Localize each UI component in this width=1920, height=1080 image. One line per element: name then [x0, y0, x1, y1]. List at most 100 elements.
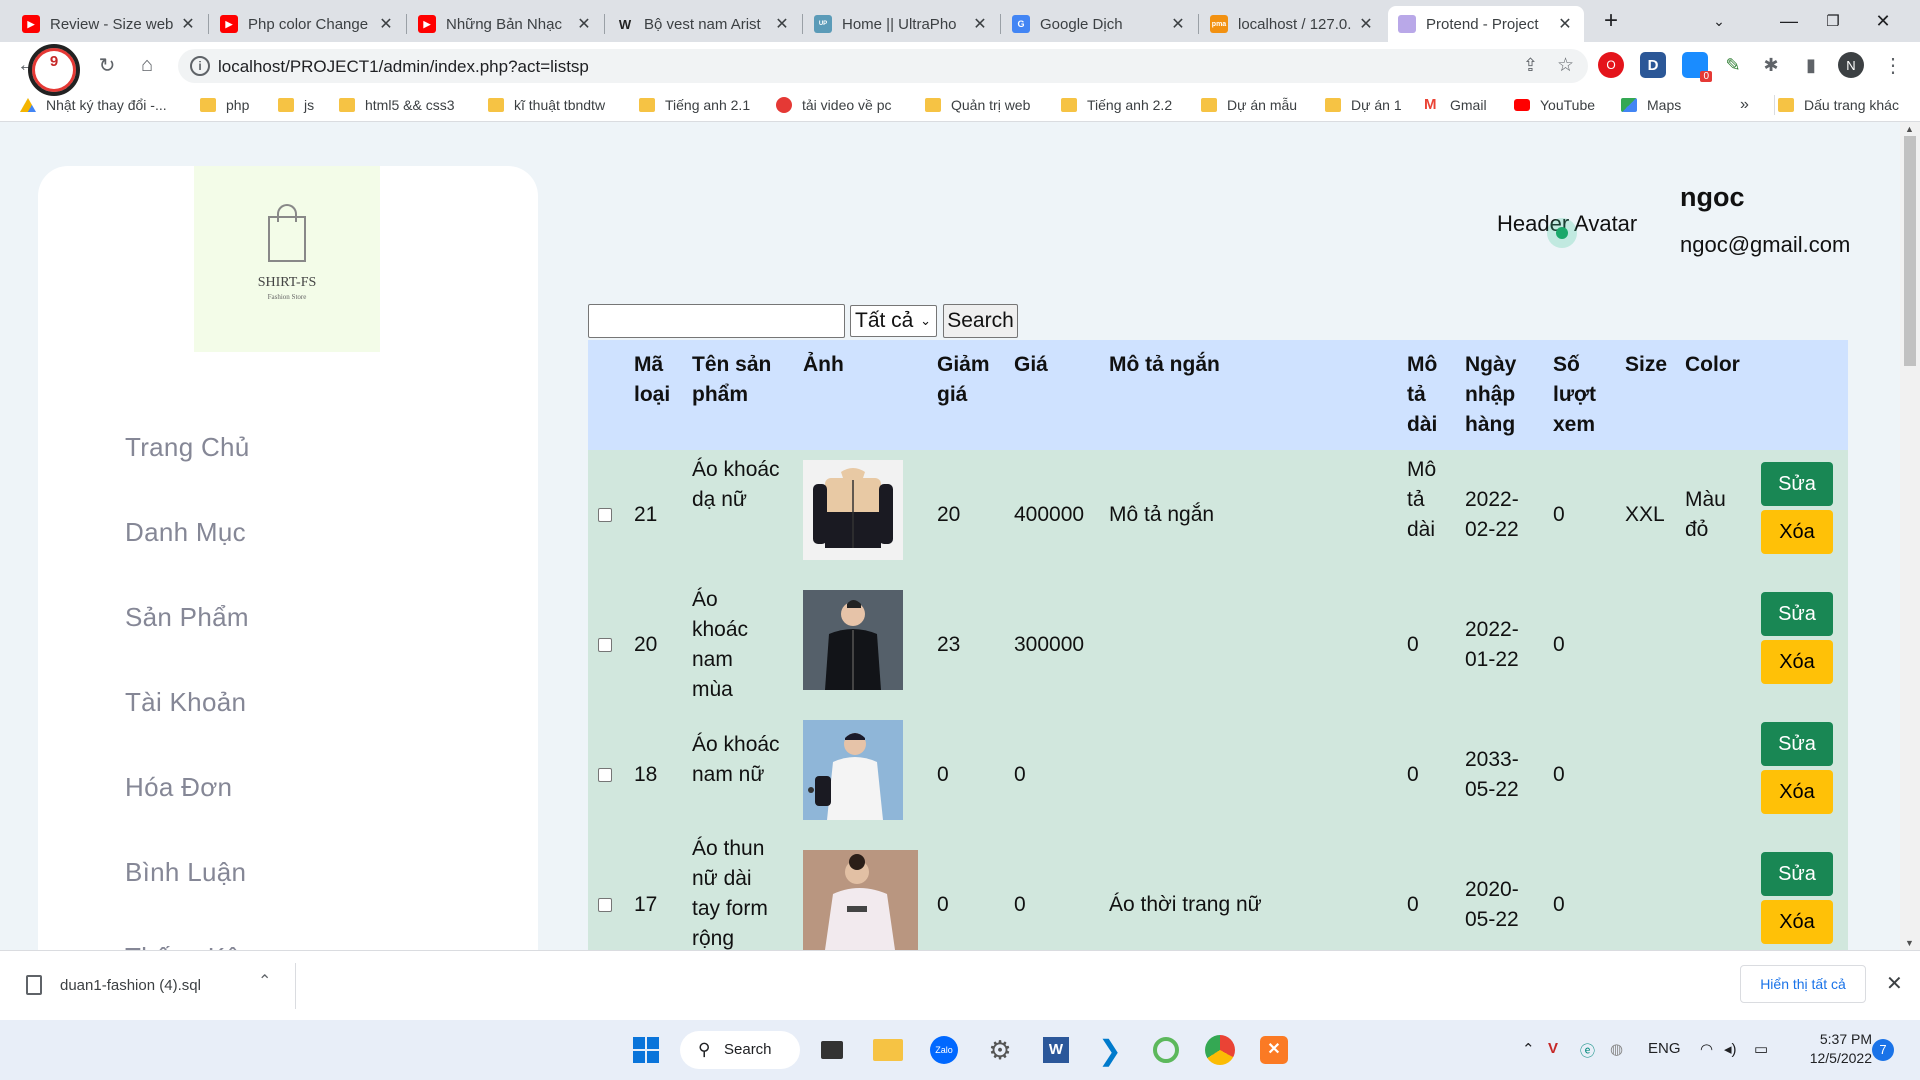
bookmark-item[interactable]: Dự án 1: [1325, 95, 1402, 115]
tray-e-icon[interactable]: ⓔ: [1580, 1040, 1595, 1061]
zalo-icon[interactable]: Zalo: [926, 1032, 962, 1068]
browser-tab[interactable]: W Bộ vest nam Arist ✕: [606, 6, 801, 42]
close-tab-icon[interactable]: ✕: [377, 14, 395, 34]
language-indicator[interactable]: ENG: [1648, 1040, 1681, 1057]
row-checkbox[interactable]: [598, 638, 612, 652]
browser-tab[interactable]: ▶ Review - Size web ✕: [12, 6, 207, 42]
close-tab-icon[interactable]: ✕: [575, 14, 593, 34]
bookmark-item[interactable]: Nhật ký thay đổi -...: [20, 95, 167, 115]
address-bar[interactable]: i localhost/PROJECT1/admin/index.php?act…: [178, 49, 1588, 83]
delete-button[interactable]: Xóa: [1761, 640, 1833, 684]
restore-button[interactable]: ❐: [1808, 0, 1858, 42]
side-panel-icon[interactable]: ▮: [1798, 52, 1824, 78]
close-window-button[interactable]: ✕: [1858, 0, 1908, 42]
row-checkbox[interactable]: [598, 508, 612, 522]
vscode-icon[interactable]: ❯: [1092, 1032, 1128, 1068]
notification-count-badge[interactable]: 7: [1872, 1039, 1894, 1061]
bookmark-item[interactable]: Quản trị web: [925, 95, 1030, 115]
color-picker-icon[interactable]: ✎: [1720, 52, 1746, 78]
edit-button[interactable]: Sửa: [1761, 462, 1833, 506]
new-tab-button[interactable]: +: [1586, 0, 1636, 42]
dashlane-extension-icon[interactable]: D: [1640, 52, 1666, 78]
bookmark-item[interactable]: Maps: [1621, 95, 1681, 115]
bookmark-item[interactable]: Tiếng anh 2.2: [1061, 95, 1172, 115]
edit-button[interactable]: Sửa: [1761, 722, 1833, 766]
more-bookmarks-chevron[interactable]: »: [1740, 95, 1749, 115]
word-icon[interactable]: W: [1038, 1032, 1074, 1068]
home-icon[interactable]: ⌂: [132, 50, 162, 80]
bookmark-item[interactable]: Tiếng anh 2.1: [639, 95, 750, 115]
browser-tab[interactable]: UP Home || UltraPho ✕: [804, 6, 999, 42]
more-menu-icon[interactable]: ⋮: [1880, 52, 1906, 78]
battery-icon[interactable]: ▭: [1754, 1040, 1768, 1058]
site-info-icon[interactable]: i: [190, 56, 210, 76]
share-icon[interactable]: ⇪: [1523, 55, 1538, 76]
taskbar-search[interactable]: ⚲ Search: [680, 1031, 800, 1069]
bookmark-item[interactable]: tải video về pc: [776, 95, 892, 115]
sidebar-item-comments[interactable]: Bình Luận: [125, 857, 246, 888]
browser-tab[interactable]: ▶ Những Bản Nhạc ✕: [408, 6, 603, 42]
chevron-up-icon[interactable]: ⌃: [258, 971, 271, 991]
close-tab-icon[interactable]: ✕: [1556, 14, 1574, 34]
scroll-down-icon[interactable]: ▼: [1905, 938, 1914, 948]
delete-button[interactable]: Xóa: [1761, 510, 1833, 554]
close-tab-icon[interactable]: ✕: [1169, 14, 1187, 34]
bookmark-item[interactable]: php: [200, 95, 249, 115]
bookmark-item[interactable]: YouTube: [1514, 95, 1595, 115]
task-view-icon[interactable]: [814, 1032, 850, 1068]
browser-tab[interactable]: pma localhost / 127.0. ✕: [1200, 6, 1385, 42]
delete-button[interactable]: Xóa: [1761, 770, 1833, 814]
sidebar-item-statistics[interactable]: Thống Kê: [125, 942, 240, 950]
wifi-icon[interactable]: ◠: [1700, 1040, 1713, 1058]
tab-search-chevron-icon[interactable]: ⌄: [1694, 0, 1744, 42]
close-tab-icon[interactable]: ✕: [971, 14, 989, 34]
minimize-button[interactable]: —: [1764, 0, 1814, 42]
search-button[interactable]: Search: [943, 304, 1018, 338]
scroll-up-icon[interactable]: ▲: [1905, 124, 1914, 134]
download-file-name[interactable]: duan1-fashion (4).sql: [60, 977, 201, 994]
row-checkbox[interactable]: [598, 768, 612, 782]
sidebar-item-home[interactable]: Trang Chủ: [125, 432, 250, 463]
extension-icon[interactable]: 0: [1682, 52, 1712, 82]
xampp-icon[interactable]: ✕: [1256, 1032, 1292, 1068]
browser-tab-active[interactable]: Protend - Project ✕: [1388, 6, 1584, 42]
edit-button[interactable]: Sửa: [1761, 852, 1833, 896]
reload-icon[interactable]: ↻: [92, 50, 122, 80]
tray-network-off-icon[interactable]: ◍: [1610, 1040, 1623, 1058]
search-input[interactable]: [588, 304, 845, 338]
bookmark-item[interactable]: kĩ thuật tbndtw: [488, 95, 605, 115]
bookmark-item[interactable]: html5 && css3: [339, 95, 454, 115]
chrome-icon[interactable]: [1202, 1032, 1238, 1068]
windows-start-icon[interactable]: [628, 1032, 664, 1068]
close-download-bar-icon[interactable]: ✕: [1886, 971, 1903, 996]
sidebar-item-categories[interactable]: Danh Mục: [125, 517, 246, 548]
settings-gear-icon[interactable]: ⚙: [982, 1032, 1018, 1068]
app-icon[interactable]: [1148, 1032, 1184, 1068]
other-bookmarks[interactable]: Dấu trang khác: [1778, 95, 1899, 115]
close-tab-icon[interactable]: ✕: [1357, 14, 1375, 34]
scrollbar-thumb[interactable]: [1904, 136, 1916, 366]
tray-chevron-icon[interactable]: ⌃: [1522, 1040, 1535, 1058]
tray-app-icon[interactable]: V: [1548, 1040, 1558, 1057]
browser-tab[interactable]: ▶ Php color Change ✕: [210, 6, 405, 42]
category-filter-select[interactable]: Tất cả ⌄: [850, 305, 937, 337]
file-explorer-icon[interactable]: [870, 1032, 906, 1068]
extensions-puzzle-icon[interactable]: ✱: [1758, 52, 1784, 78]
bookmark-star-icon[interactable]: ☆: [1557, 54, 1574, 77]
system-clock[interactable]: 5:37 PM 12/5/2022: [1796, 1030, 1872, 1068]
store-logo[interactable]: SHIRT-FS Fashion Store: [194, 166, 380, 352]
edit-button[interactable]: Sửa: [1761, 592, 1833, 636]
bookmark-item[interactable]: js: [278, 95, 314, 115]
volume-icon[interactable]: ◂): [1724, 1040, 1737, 1058]
delete-button[interactable]: Xóa: [1761, 900, 1833, 944]
sidebar-item-products[interactable]: Sản Phẩm: [125, 602, 249, 633]
close-tab-icon[interactable]: ✕: [179, 14, 197, 34]
sidebar-item-accounts[interactable]: Tài Khoản: [125, 687, 246, 718]
show-all-downloads-button[interactable]: Hiển thị tất cả: [1740, 965, 1866, 1003]
profile-avatar[interactable]: N: [1838, 52, 1864, 78]
browser-tab[interactable]: G Google Dịch ✕: [1002, 6, 1197, 42]
page-scrollbar[interactable]: ▲ ▼: [1900, 122, 1920, 950]
row-checkbox[interactable]: [598, 898, 612, 912]
bookmark-item[interactable]: Dự án mẫu: [1201, 95, 1297, 115]
close-tab-icon[interactable]: ✕: [773, 14, 791, 34]
